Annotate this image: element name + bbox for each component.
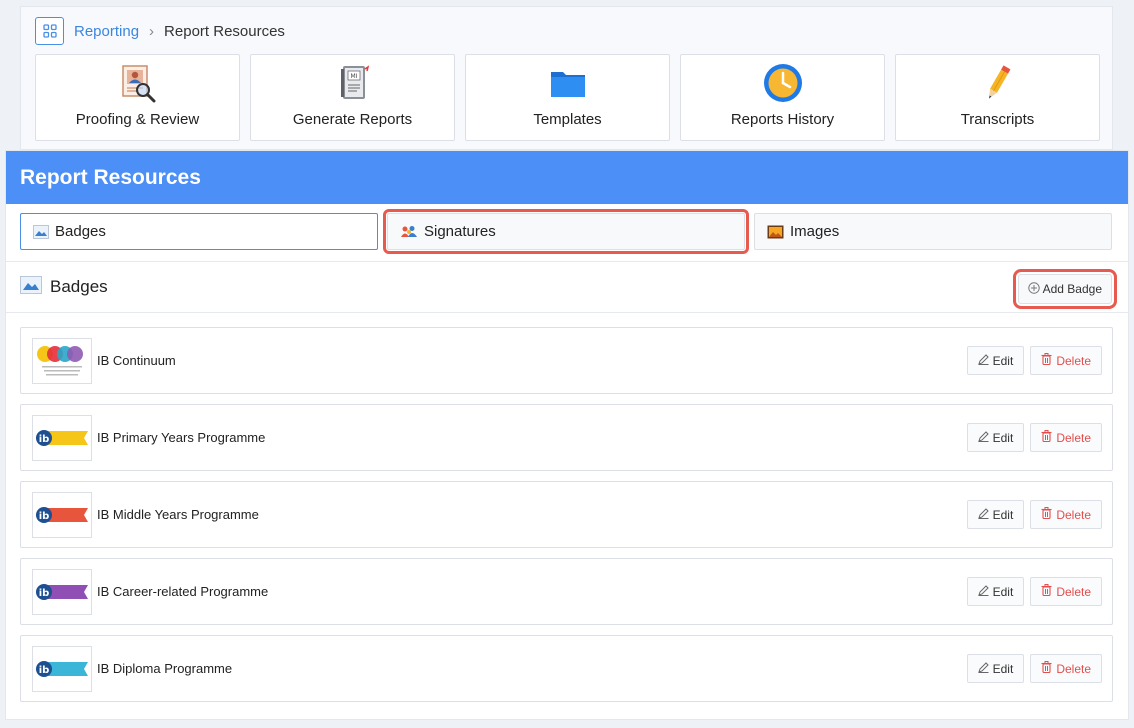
delete-button[interactable]: Delete [1030, 500, 1102, 529]
plus-circle-icon [1027, 281, 1040, 297]
badge-name: IB Middle Years Programme [97, 507, 259, 522]
pencil-icon [977, 353, 989, 368]
nav-tile-templates[interactable]: Templates [465, 54, 670, 141]
pencil-icon [977, 584, 989, 599]
badge-name: IB Diploma Programme [97, 661, 233, 676]
edit-label: Edit [992, 353, 1014, 368]
delete-label: Delete [1056, 430, 1091, 445]
edit-button[interactable]: Edit [966, 346, 1025, 375]
nav-tile-reports-history[interactable]: Reports History [680, 54, 885, 141]
tab-images[interactable]: Images [754, 213, 1112, 250]
delete-button[interactable]: Delete [1030, 423, 1102, 452]
delete-label: Delete [1056, 661, 1091, 676]
pencil-icon [977, 507, 989, 522]
row-actions: Edit Delete [966, 423, 1102, 452]
nav-tile-proofing-review[interactable]: Proofing & Review [35, 54, 240, 141]
tab-badges[interactable]: Badges [20, 213, 378, 250]
breadcrumb-reporting-link[interactable]: Reporting [74, 23, 139, 40]
list-item: ib IB Diploma Programme Edit Delete [20, 635, 1113, 702]
nav-tile-generate-reports[interactable]: MI Generate Reports [250, 54, 455, 141]
tab-label: Badges [55, 223, 106, 240]
row-actions: Edit Delete [966, 577, 1102, 606]
tab-label: Images [790, 223, 840, 240]
badges-section-header: Badges Add Badge [6, 261, 1128, 313]
delete-button[interactable]: Delete [1030, 577, 1102, 606]
ib-myp-logo: ib [32, 491, 92, 538]
row-actions: Edit Delete [966, 346, 1102, 375]
edit-label: Edit [992, 507, 1014, 522]
svg-text:ib: ib [39, 665, 50, 676]
add-badge-button[interactable]: Add Badge [1012, 269, 1118, 309]
edit-label: Edit [992, 661, 1014, 676]
list-item: IB Continuum Edit Delete [20, 327, 1113, 394]
trash-icon [1041, 430, 1052, 445]
svg-text:ib: ib [39, 588, 50, 599]
add-badge-label: Add Badge [1042, 282, 1102, 296]
edit-button[interactable]: Edit [966, 577, 1025, 606]
badge-icon [33, 224, 49, 239]
badge-name: IB Primary Years Programme [97, 430, 266, 445]
badge-icon [20, 275, 42, 299]
svg-text:ib: ib [39, 434, 50, 445]
trash-icon [1041, 353, 1052, 368]
nav-tile-label: Reports History [730, 111, 835, 128]
people-icon [400, 225, 418, 239]
top-navigation: Reporting › Report Resources Proofing & … [20, 6, 1113, 150]
badge-name: IB Career-related Programme [97, 584, 269, 599]
clock-icon [763, 63, 803, 103]
svg-text:ib: ib [39, 511, 50, 522]
edit-label: Edit [992, 584, 1014, 599]
svg-text:MI: MI [350, 73, 357, 80]
folder-icon [548, 63, 588, 103]
list-item: ib IB Middle Years Programme Edit Delete [20, 481, 1113, 548]
ib-cp-logo: ib [32, 568, 92, 615]
delete-label: Delete [1056, 584, 1091, 599]
breadcrumb: Reporting › Report Resources [35, 17, 285, 45]
resource-tabs: Badges Signatures Images [20, 209, 1112, 254]
ib-continuum-logo [32, 337, 92, 384]
edit-button[interactable]: Edit [966, 423, 1025, 452]
tab-signatures[interactable]: Signatures [383, 209, 749, 254]
edit-label: Edit [992, 430, 1014, 445]
section-title: Badges [50, 277, 108, 296]
nav-tiles: Proofing & Review MI Generate Reports Te… [35, 54, 1100, 141]
trash-icon [1041, 584, 1052, 599]
row-actions: Edit Delete [966, 654, 1102, 683]
breadcrumb-separator: › [149, 22, 155, 40]
nav-tile-label: Transcripts [960, 111, 1035, 128]
row-actions: Edit Delete [966, 500, 1102, 529]
delete-label: Delete [1056, 353, 1091, 368]
delete-button[interactable]: Delete [1030, 346, 1102, 375]
list-item: ib IB Career-related Programme Edit Dele… [20, 558, 1113, 625]
badge-list: IB Continuum Edit Delete ib IB Primary Y… [20, 327, 1113, 712]
list-item: ib IB Primary Years Programme Edit Delet… [20, 404, 1113, 471]
grid-icon[interactable] [35, 17, 64, 45]
delete-button[interactable]: Delete [1030, 654, 1102, 683]
report-resources-panel: Report Resources Badges Signatures Image… [5, 150, 1129, 720]
ib-pyp-logo: ib [32, 414, 92, 461]
badge-name: IB Continuum [97, 353, 176, 368]
proofing-icon [118, 63, 158, 103]
ib-dp-logo: ib [32, 645, 92, 692]
image-icon [767, 225, 784, 239]
panel-title: Report Resources [6, 151, 1128, 204]
trash-icon [1041, 507, 1052, 522]
pencil-icon [977, 661, 989, 676]
delete-label: Delete [1056, 507, 1091, 522]
nav-tile-label: Proofing & Review [75, 111, 200, 128]
trash-icon [1041, 661, 1052, 676]
breadcrumb-current: Report Resources [164, 22, 285, 40]
edit-button[interactable]: Edit [966, 654, 1025, 683]
tab-label: Signatures [424, 223, 496, 240]
report-cards-icon: MI [333, 63, 373, 103]
pencil-icon [977, 430, 989, 445]
pencil-icon [978, 63, 1018, 103]
edit-button[interactable]: Edit [966, 500, 1025, 529]
nav-tile-label: Templates [533, 111, 602, 128]
nav-tile-label: Generate Reports [292, 111, 413, 128]
nav-tile-transcripts[interactable]: Transcripts [895, 54, 1100, 141]
